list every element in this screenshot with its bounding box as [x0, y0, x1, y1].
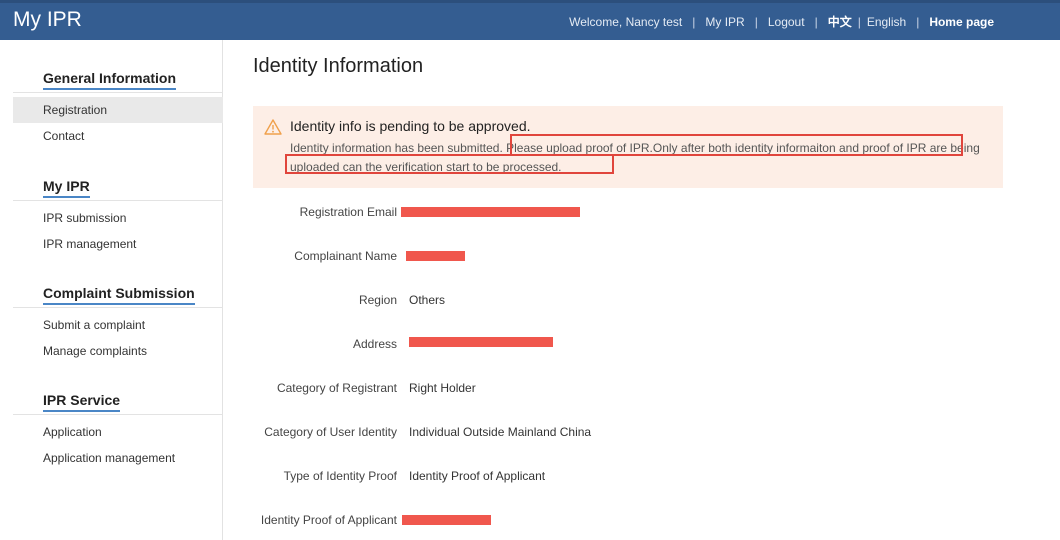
field-complainant-name: Complainant Name	[253, 247, 1013, 267]
field-label: Type of Identity Proof	[283, 469, 397, 483]
sidebar-section-title: My IPR	[13, 173, 223, 201]
sidebar-item-ipr-management[interactable]: IPR management	[13, 231, 223, 257]
nav-divider: |	[916, 14, 920, 29]
nav-divider: |	[754, 14, 758, 29]
field-identity-proof-of-applicant: Identity Proof of Applicant	[253, 511, 1013, 531]
sidebar-item-registration[interactable]: Registration	[13, 97, 223, 123]
nav-my-ipr-link[interactable]: My IPR	[705, 15, 744, 29]
redaction-mark	[401, 207, 580, 217]
warning-icon	[264, 119, 282, 135]
field-label: Address	[352, 337, 397, 351]
sidebar-section-title: General Information	[13, 65, 223, 93]
sidebar-item-submit-complaint[interactable]: Submit a complaint	[13, 312, 223, 338]
pending-notice: Identity info is pending to be approved.…	[253, 106, 1003, 188]
lang-chinese-link[interactable]: 中文	[828, 13, 852, 30]
redaction-mark	[402, 515, 491, 525]
sidebar-section-title: IPR Service	[13, 387, 223, 415]
field-value: Identity Proof of Applicant	[409, 469, 546, 483]
field-label: Category of User Identity	[264, 425, 397, 439]
field-label: Region	[358, 293, 397, 307]
sidebar-section-ipr-service: IPR Service Application Application mana…	[13, 387, 223, 471]
field-value: Others	[409, 293, 446, 307]
field-category-of-user-identity: Category of User Identity Individual Out…	[253, 423, 1013, 443]
sidebar-item-application[interactable]: Application	[13, 419, 223, 445]
sidebar-item-ipr-submission[interactable]: IPR submission	[13, 205, 223, 231]
nav-divider: |	[857, 14, 861, 29]
field-value: Right Holder	[409, 381, 476, 395]
sidebar-item-contact[interactable]: Contact	[13, 123, 223, 149]
sidebar-item-application-management[interactable]: Application management	[13, 445, 223, 471]
nav-divider: |	[692, 14, 696, 29]
sidebar-item-manage-complaints[interactable]: Manage complaints	[13, 338, 223, 364]
annotation-highlight-box	[285, 154, 614, 174]
annotation-highlight-box	[510, 134, 963, 156]
logout-link[interactable]: Logout	[768, 15, 805, 29]
lang-english-link[interactable]: English	[867, 15, 906, 29]
field-label: Complainant Name	[294, 249, 397, 263]
field-registration-email: Registration Email	[253, 203, 1013, 223]
sidebar-section-my-ipr: My IPR IPR submission IPR management	[13, 173, 223, 257]
nav-divider: |	[814, 14, 818, 29]
welcome-text: Welcome, Nancy test	[569, 14, 683, 29]
field-type-of-identity-proof: Type of Identity Proof Identity Proof of…	[253, 467, 1013, 487]
top-nav: Welcome, Nancy test | My IPR | Logout | …	[569, 13, 994, 30]
field-value: Individual Outside Mainland China	[409, 425, 592, 439]
field-address: Address	[253, 335, 1013, 355]
top-header-bar: My IPR Welcome, Nancy test | My IPR | Lo…	[0, 0, 1060, 40]
page-title: Identity Information	[253, 55, 424, 77]
field-category-of-registrant: Category of Registrant Right Holder	[253, 379, 1013, 399]
notice-title: Identity info is pending to be approved.	[290, 118, 531, 134]
sidebar-section-general-information: General Information Registration Contact	[13, 65, 223, 149]
redaction-mark	[406, 251, 465, 261]
sidebar-section-complaint-submission: Complaint Submission Submit a complaint …	[13, 280, 223, 364]
sidebar: General Information Registration Contact…	[13, 40, 223, 540]
field-label: Registration Email	[299, 205, 397, 219]
sidebar-section-title: Complaint Submission	[13, 280, 223, 308]
field-label: Category of Registrant	[276, 381, 397, 395]
redaction-mark	[409, 337, 553, 347]
field-label: Identity Proof of Applicant	[260, 513, 397, 527]
home-page-link[interactable]: Home page	[929, 15, 994, 29]
site-logo[interactable]: My IPR	[13, 8, 82, 32]
field-region: Region Others	[253, 291, 1013, 311]
